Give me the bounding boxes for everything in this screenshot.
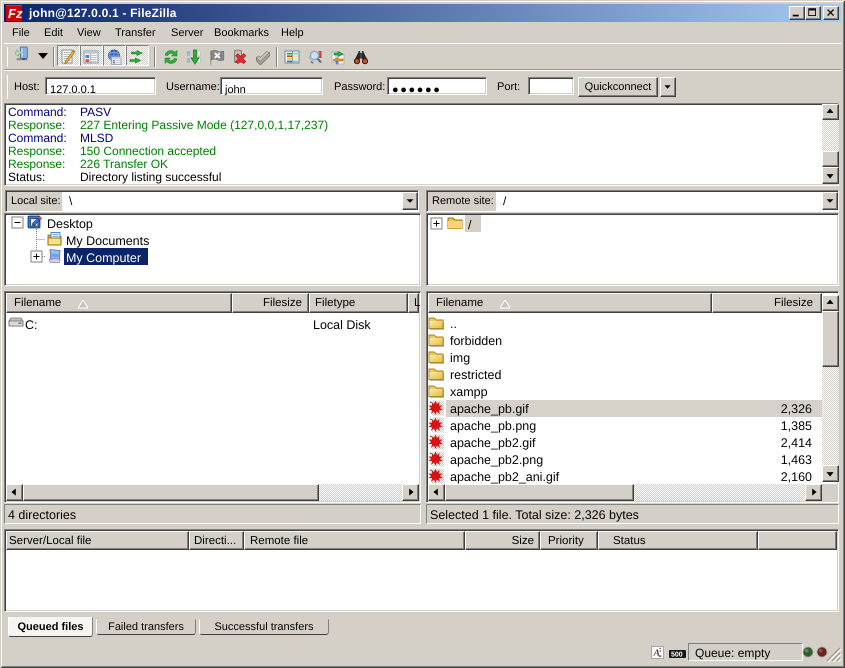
svg-text:Fz: Fz [8,6,23,21]
svg-text:500: 500 [671,652,683,659]
